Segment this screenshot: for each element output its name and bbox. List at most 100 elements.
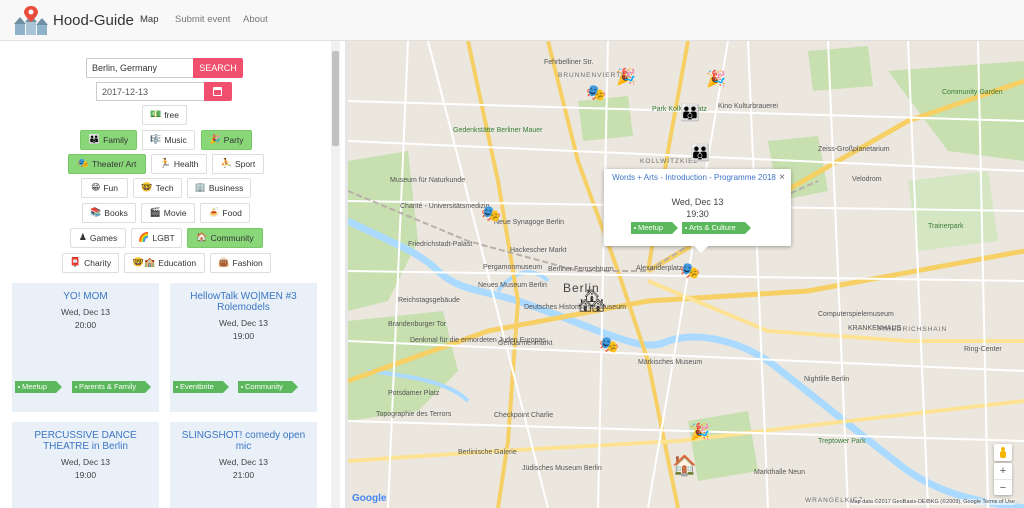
event-card[interactable]: SLINGSHOT! comedy open mic Wed, Dec 13 2… (170, 422, 317, 508)
google-logo-text: Google (352, 493, 387, 504)
filter-family[interactable]: 👪 Family (80, 130, 137, 150)
filter-health[interactable]: 🏃 Health (151, 154, 207, 174)
community-marker-icon[interactable]: 🏘 (578, 291, 606, 313)
brand[interactable]: Hood-Guide (14, 4, 134, 37)
nav-map[interactable]: Map (140, 14, 158, 25)
map-label: Brandenburger Tor (388, 321, 447, 328)
sidebar-scrollbar[interactable] (331, 41, 340, 508)
theater-marker-icon[interactable]: 🎭 (599, 337, 619, 353)
search-button[interactable]: SEARCH (193, 58, 243, 78)
event-card[interactable]: HellowTalk WO|MEN #3 Rolemodels Wed, Dec… (170, 283, 317, 412)
filter-theater-art[interactable]: 🎭 Theater/ Art (68, 154, 146, 174)
hood-guide-logo-icon (14, 5, 48, 37)
rainbow-icon: 🌈 (138, 233, 150, 243)
pegman-body (1000, 451, 1006, 458)
zoom-out-button[interactable]: − (994, 479, 1012, 495)
map-label: Computerspielemuseum (818, 311, 894, 318)
popup-tag[interactable]: Arts & Culture (682, 222, 751, 234)
map-label: Markthalle Neun (754, 469, 805, 476)
filter-food[interactable]: 🍝 Food (200, 203, 250, 223)
filter-tech[interactable]: 🤓 Tech (133, 178, 182, 198)
nerd-icon: 🤓 (141, 183, 153, 193)
event-time: 20:00 (74, 320, 97, 330)
map-label: Reichstagsgebäude (398, 297, 460, 304)
map-label: KRANKENHAUS (848, 325, 902, 332)
zoom-in-button[interactable]: + (994, 463, 1012, 479)
brand-title: Hood-Guide (53, 12, 134, 29)
school-icon: 🤓🏫 (132, 258, 156, 268)
community-marker-icon[interactable]: 🏠 (672, 455, 697, 475)
event-card[interactable]: PERCUSSIVE DANCE THEATRE in Berlin Wed, … (12, 422, 159, 508)
filter-party[interactable]: 🎉 Party (201, 130, 252, 150)
party-marker-icon[interactable]: 🎉 (690, 424, 710, 440)
event-title[interactable]: HellowTalk WO|MEN #3 Rolemodels (170, 291, 317, 313)
map-label: Velodrom (852, 176, 882, 183)
spaghetti-icon: 🍝 (208, 208, 220, 218)
map-label: Trainerpark (928, 223, 964, 230)
party-icon: 🎉 (209, 135, 221, 145)
map-label: Deutsches Historisches Museum (524, 304, 626, 311)
filter-education[interactable]: 🤓🏫 Education (124, 253, 205, 273)
map-label: Hackescher Markt (510, 247, 567, 254)
family-icon: 👪 (88, 135, 101, 145)
close-icon[interactable]: × (779, 172, 785, 183)
theater-marker-icon[interactable]: 🎭 (481, 206, 501, 222)
theater-marker-icon[interactable]: 🎭 (586, 85, 606, 101)
family-marker-icon[interactable]: 👪 (680, 105, 700, 121)
theater-marker-icon[interactable]: 🎭 (680, 263, 700, 279)
grin-icon: 😁 (90, 183, 101, 193)
filter-books[interactable]: 📚 Books (82, 203, 136, 223)
event-tag[interactable]: Eventbrite (173, 381, 229, 393)
map-label: Topographie des Terrors (376, 411, 452, 418)
sport-icon: ⛹ (220, 159, 232, 169)
runner-icon: 🏃 (159, 159, 171, 169)
event-tag[interactable]: Meetup (15, 381, 63, 393)
filter-lgbt[interactable]: 🌈 LGBT (131, 228, 182, 248)
filter-movie[interactable]: 🎬 Movie (141, 203, 195, 223)
map-label: Neues Museum Berlin (478, 282, 547, 289)
nav-submit-event[interactable]: Submit event (175, 14, 230, 25)
event-title[interactable]: PERCUSSIVE DANCE THEATRE in Berlin (12, 430, 159, 452)
filter-charity[interactable]: 📮 Charity (62, 253, 119, 273)
theater-masks-icon: 🎭 (77, 159, 89, 169)
location-input[interactable]: Berlin, Germany (86, 58, 193, 78)
event-title[interactable]: YO! MOM (12, 291, 159, 302)
filter-community[interactable]: 🏠 Community (187, 228, 263, 248)
event-card[interactable]: YO! MOM Wed, Dec 13 20:00 Meetup Parents… (12, 283, 159, 412)
street-view-pegman-icon[interactable] (994, 444, 1012, 461)
filter-fashion[interactable]: 👜 Fashion (210, 253, 271, 273)
event-time: 19:00 (232, 331, 255, 341)
nav-about[interactable]: About (243, 14, 268, 25)
handbag-icon: 👜 (218, 258, 230, 268)
event-date: Wed, Dec 13 (219, 457, 268, 467)
map-label: Berlinische Galerie (458, 449, 517, 456)
event-tag[interactable]: Parents & Family (72, 381, 152, 393)
event-tag[interactable]: Community (238, 381, 298, 393)
event-title[interactable]: SLINGSHOT! comedy open mic (170, 430, 317, 452)
chess-pawn-icon: ♟ (78, 233, 87, 243)
filter-free[interactable]: 💵 free (142, 105, 187, 125)
filter-music[interactable]: 🎼 Music (142, 130, 195, 150)
event-info-popup[interactable]: Words + Arts - Introduction - Programme … (604, 169, 791, 253)
map-attribution[interactable]: Map data ©2017 GeoBasis-DE/BKG (©2009), … (850, 499, 1015, 505)
date-input[interactable]: 2017-12-13 (96, 82, 204, 101)
filter-fun[interactable]: 😁 Fun (81, 178, 128, 198)
map[interactable]: BRUNNENVIERTEL KOLLWITZKIEZ WRANGELKIEZ … (348, 41, 1024, 508)
map-label: Community Garden (942, 89, 1003, 96)
popup-title[interactable]: Words + Arts - Introduction - Programme … (610, 173, 778, 183)
filter-business[interactable]: 🏢 Business (187, 178, 251, 198)
zoom-control: + − (994, 463, 1012, 495)
party-marker-icon[interactable]: 🎉 (706, 71, 726, 87)
map-label: Pergamonmuseum (483, 264, 543, 271)
postbox-icon: 📮 (69, 258, 82, 268)
map-label: Potsdamer Platz (388, 390, 440, 397)
map-label: Fehrbelliner Str. (544, 59, 594, 66)
filter-games[interactable]: ♟ Games (70, 228, 126, 248)
scrollbar-thumb[interactable] (332, 51, 339, 146)
family-marker-icon[interactable]: 👪 (690, 145, 710, 161)
office-building-icon: 🏢 (194, 183, 206, 193)
party-marker-icon[interactable]: 🎉 (616, 69, 636, 85)
calendar-button[interactable] (204, 82, 232, 101)
filter-sport[interactable]: ⛹ Sport (212, 154, 264, 174)
popup-tag[interactable]: Meetup (631, 222, 679, 234)
